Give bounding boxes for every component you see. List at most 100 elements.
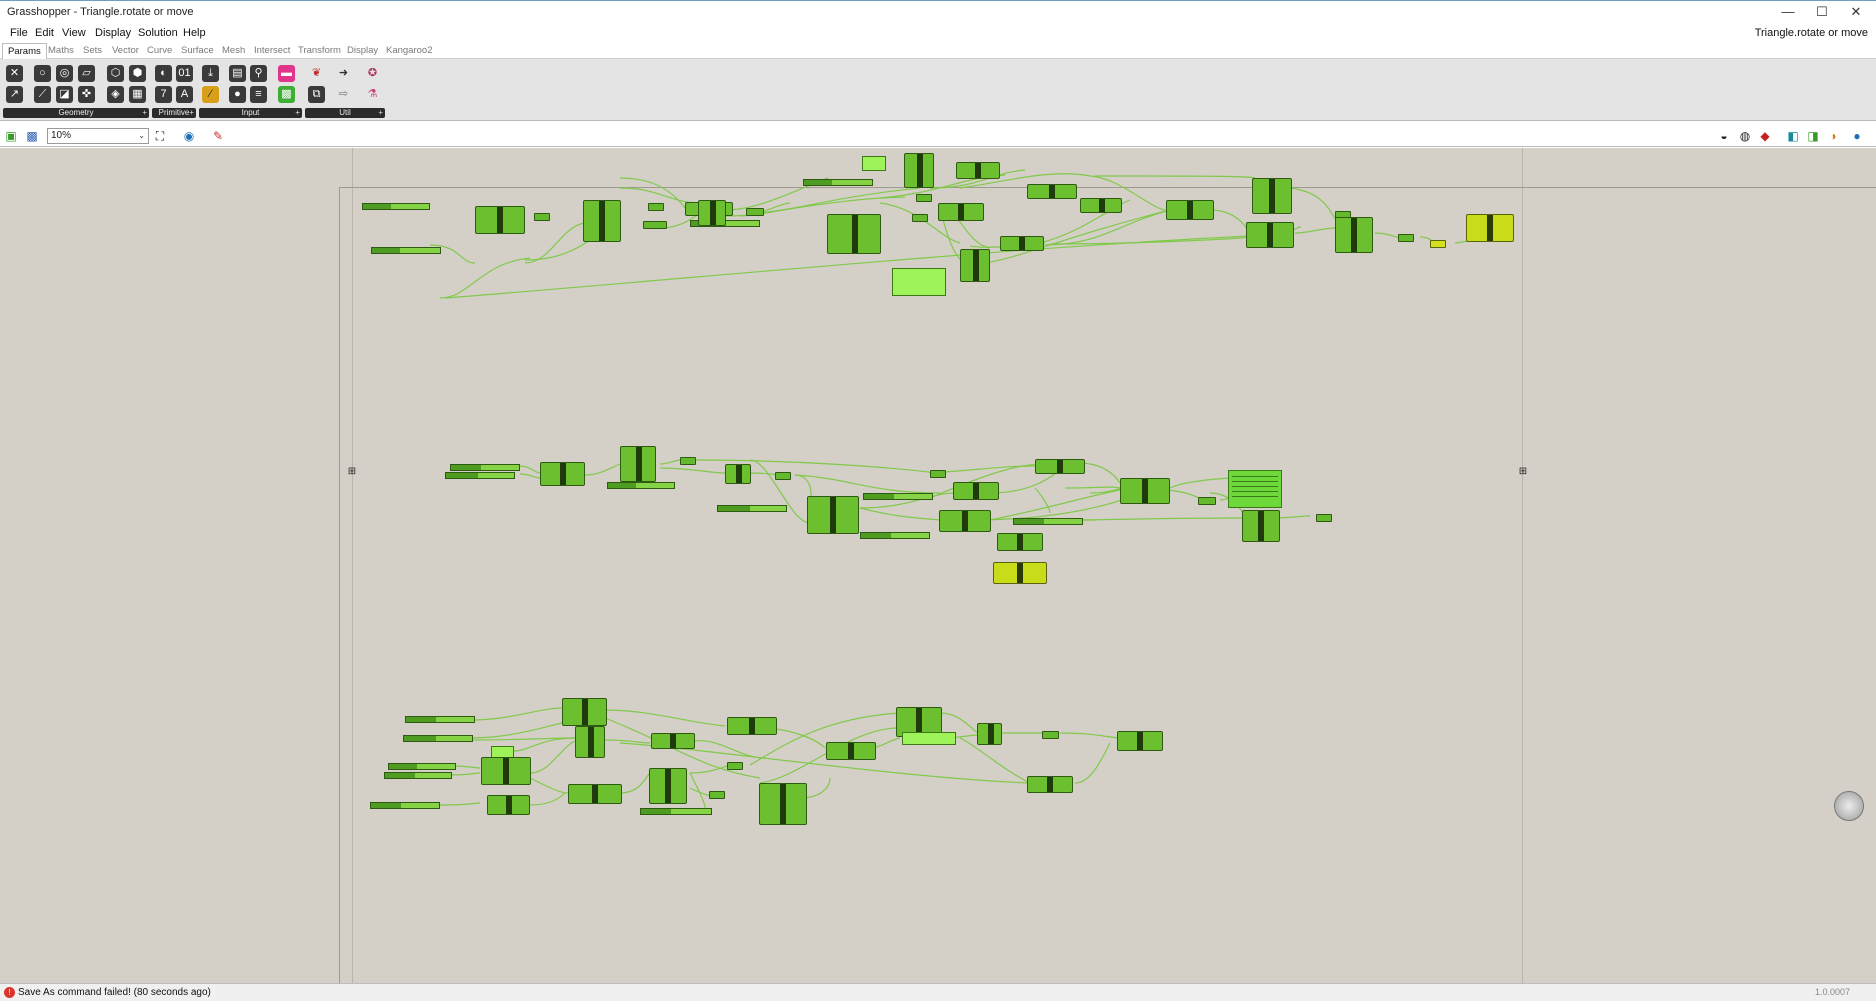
zoom-dropdown[interactable]: 10% ⌄ xyxy=(47,128,149,144)
preview-selected-icon[interactable]: ◆ xyxy=(1757,128,1773,144)
number-slider[interactable] xyxy=(640,808,712,815)
number-slider[interactable] xyxy=(371,247,441,254)
menu-view[interactable]: View xyxy=(62,27,86,39)
relay-node[interactable] xyxy=(534,213,550,221)
relay-node-selected[interactable] xyxy=(1430,240,1446,248)
component-node[interactable] xyxy=(651,733,695,749)
component-node[interactable] xyxy=(649,768,687,804)
boolean-param-icon[interactable]: ◐ xyxy=(155,65,172,82)
tab-maths[interactable]: Maths xyxy=(48,45,74,56)
menu-help[interactable]: Help xyxy=(183,27,206,39)
close-button[interactable]: ✕ xyxy=(1838,3,1874,21)
component-node[interactable] xyxy=(475,206,525,234)
relay-arrow-icon[interactable]: ➜ xyxy=(335,65,352,82)
arc-param-icon[interactable]: ◎ xyxy=(56,65,73,82)
number-slider[interactable] xyxy=(863,493,933,500)
preview-wire-icon[interactable]: ◍ xyxy=(1737,128,1753,144)
plane-param-icon[interactable]: ◪ xyxy=(56,86,73,103)
download-icon[interactable]: ⤓ xyxy=(202,65,219,82)
fuse-icon[interactable]: ✪ xyxy=(364,65,381,82)
component-node[interactable] xyxy=(960,249,990,282)
component-node[interactable] xyxy=(977,723,1002,745)
relay-node[interactable] xyxy=(746,208,764,216)
circle-param-icon[interactable]: ○ xyxy=(34,65,51,82)
panel-component[interactable] xyxy=(862,156,886,171)
number-slider[interactable] xyxy=(803,179,873,186)
component-node[interactable] xyxy=(568,784,622,804)
component-node[interactable] xyxy=(956,162,1000,179)
zoom-extents-icon[interactable]: ⛶ xyxy=(152,128,168,144)
component-node[interactable] xyxy=(620,446,656,482)
navigation-compass-icon[interactable] xyxy=(1834,791,1864,821)
mesh-param-icon[interactable]: ⬢ xyxy=(129,65,146,82)
menu-display[interactable]: Display xyxy=(95,27,131,39)
group-handle-right-icon[interactable]: ⊞ xyxy=(1515,464,1531,480)
integer-param-icon[interactable]: 01 xyxy=(176,65,193,82)
value-list-icon[interactable]: ≡ xyxy=(250,86,267,103)
component-node[interactable] xyxy=(562,698,607,726)
number-slider[interactable] xyxy=(388,763,456,770)
minimize-button[interactable]: — xyxy=(1770,3,1806,21)
number-slider[interactable] xyxy=(370,802,440,809)
component-node[interactable] xyxy=(727,717,777,735)
component-node[interactable] xyxy=(1117,731,1163,751)
relay-node[interactable] xyxy=(1042,731,1059,739)
number-slider[interactable] xyxy=(450,464,520,471)
number-slider[interactable] xyxy=(384,772,452,779)
cluster-icon[interactable]: ⧉ xyxy=(308,86,325,103)
tab-transform[interactable]: Transform xyxy=(298,45,341,56)
component-node[interactable] xyxy=(540,462,585,486)
component-node-selected[interactable] xyxy=(993,562,1047,584)
text-param-icon[interactable]: A xyxy=(176,86,193,103)
calculator-icon[interactable]: ▤ xyxy=(229,65,246,82)
tab-surface[interactable]: Surface xyxy=(181,45,214,56)
component-node[interactable] xyxy=(487,795,530,815)
image-sampler-icon[interactable]: ▩ xyxy=(278,86,295,103)
component-node[interactable] xyxy=(1335,217,1373,253)
graph-mapper-icon[interactable]: ⁄ xyxy=(202,86,219,103)
preview-shaded-icon[interactable]: ◒ xyxy=(1716,128,1732,144)
component-node[interactable] xyxy=(827,214,881,254)
surface-param-icon[interactable]: ◈ xyxy=(107,86,124,103)
component-node[interactable] xyxy=(904,153,934,188)
canvas[interactable]: ⊞ ⊞ xyxy=(0,148,1876,983)
component-node[interactable] xyxy=(1242,510,1280,542)
panel-component[interactable] xyxy=(892,268,946,296)
component-node[interactable] xyxy=(481,757,531,785)
component-node[interactable] xyxy=(1166,200,1214,220)
component-node[interactable] xyxy=(1000,236,1044,251)
relay-node[interactable] xyxy=(916,194,932,202)
component-node[interactable] xyxy=(826,742,876,760)
relay-node[interactable] xyxy=(1398,234,1414,242)
component-node[interactable] xyxy=(1120,478,1170,504)
hollow-arrow-icon[interactable]: ⇨ xyxy=(335,86,352,103)
tab-vector[interactable]: Vector xyxy=(112,45,139,56)
component-node[interactable] xyxy=(1080,198,1122,213)
tab-curve[interactable]: Curve xyxy=(147,45,172,56)
component-node[interactable] xyxy=(759,783,807,825)
component-node[interactable] xyxy=(1027,776,1073,793)
tab-display[interactable]: Display xyxy=(347,45,378,56)
number-slider[interactable] xyxy=(607,482,675,489)
menu-edit[interactable]: Edit xyxy=(35,27,54,39)
component-node[interactable] xyxy=(953,482,999,500)
curve-param-icon[interactable]: ↗ xyxy=(6,86,23,103)
display-mode-icon[interactable]: ◧ xyxy=(1785,128,1801,144)
gradient-icon[interactable]: ▬ xyxy=(278,65,295,82)
number-param-icon[interactable]: 7 xyxy=(155,86,172,103)
menu-file[interactable]: File xyxy=(10,27,28,39)
panel-component[interactable] xyxy=(1228,470,1282,508)
toggle-icon[interactable]: ● xyxy=(229,86,246,103)
point-param-icon[interactable]: ✜ xyxy=(78,86,95,103)
mesh-settings-icon[interactable]: ◨ xyxy=(1805,128,1821,144)
tab-kangaroo2[interactable]: Kangaroo2 xyxy=(386,45,432,56)
cherries-icon[interactable]: ❦ xyxy=(308,65,325,82)
component-node[interactable] xyxy=(939,510,991,532)
component-node[interactable] xyxy=(583,200,621,242)
box-param-icon[interactable]: ▱ xyxy=(78,65,95,82)
geometry-icon[interactable]: ✕ xyxy=(6,65,23,82)
relay-node[interactable] xyxy=(643,221,667,229)
relay-node[interactable] xyxy=(709,791,725,799)
component-node[interactable] xyxy=(1246,222,1294,248)
flask-icon[interactable]: ⚗ xyxy=(364,86,381,103)
